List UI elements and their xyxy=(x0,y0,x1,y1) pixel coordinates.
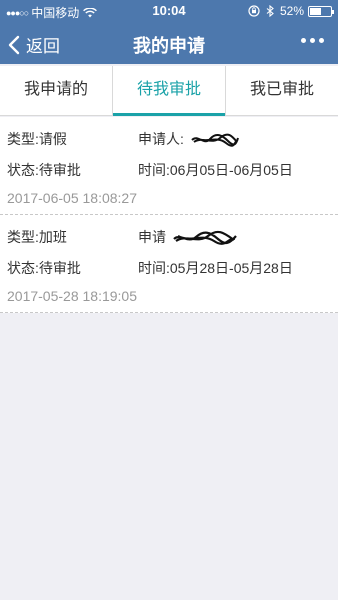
battery-fill xyxy=(310,7,321,15)
more-dot-icon xyxy=(310,38,315,43)
applicant-label: 申请人: xyxy=(138,131,184,147)
more-dot-icon xyxy=(319,38,324,43)
list-item[interactable]: 类型:加班 申请 状态:待审批 时间:05月28日-05月28日 2017-05… xyxy=(0,215,338,313)
item-time-range: 时间:06月05日-06月05日 xyxy=(138,162,293,178)
tab-bar: 我申请的 待我审批 我已审批 xyxy=(0,66,338,116)
item-time-range: 时间:05月28日-05月28日 xyxy=(138,260,293,276)
item-applicant: 申请人: xyxy=(138,129,240,149)
redacted-scribble-icon xyxy=(173,231,237,246)
nav-bar: 返回 我的申请 xyxy=(0,22,338,64)
chevron-left-icon xyxy=(8,35,20,54)
rotation-lock-icon xyxy=(248,5,260,17)
application-list: 类型:请假 申请人: 状态:待审批 时间:06月05日-06月05日 2017-… xyxy=(0,117,338,313)
item-created-time: 2017-05-28 18:19:05 xyxy=(7,288,137,304)
back-button[interactable]: 返回 xyxy=(8,32,60,57)
item-applicant: 申请 xyxy=(138,227,238,247)
item-type: 类型:加班 xyxy=(7,229,67,245)
tab-pending-my-approval[interactable]: 待我审批 xyxy=(113,66,226,116)
tab-my-applications[interactable]: 我申请的 xyxy=(0,66,113,115)
more-dot-icon xyxy=(301,38,306,43)
battery-percent: 52% xyxy=(279,4,304,18)
tab-approved-by-me[interactable]: 我已审批 xyxy=(226,66,338,115)
status-bar: ●●●○○ 中国移动 10:04 52% xyxy=(0,0,338,22)
item-status: 状态:待审批 xyxy=(7,260,81,276)
applicant-label: 申请 xyxy=(138,229,166,245)
back-label: 返回 xyxy=(26,37,60,56)
item-type: 类型:请假 xyxy=(7,131,67,147)
item-status: 状态:待审批 xyxy=(7,162,81,178)
bluetooth-icon xyxy=(266,5,274,17)
item-created-time: 2017-06-05 18:08:27 xyxy=(7,190,137,206)
battery-icon xyxy=(308,5,334,17)
redacted-scribble-icon xyxy=(191,133,239,148)
list-item[interactable]: 类型:请假 申请人: 状态:待审批 时间:06月05日-06月05日 2017-… xyxy=(0,117,338,215)
more-options-button[interactable] xyxy=(301,38,324,43)
app-header: ●●●○○ 中国移动 10:04 52% 返回 我的申请 xyxy=(0,0,338,64)
status-right: 52% xyxy=(248,4,334,18)
